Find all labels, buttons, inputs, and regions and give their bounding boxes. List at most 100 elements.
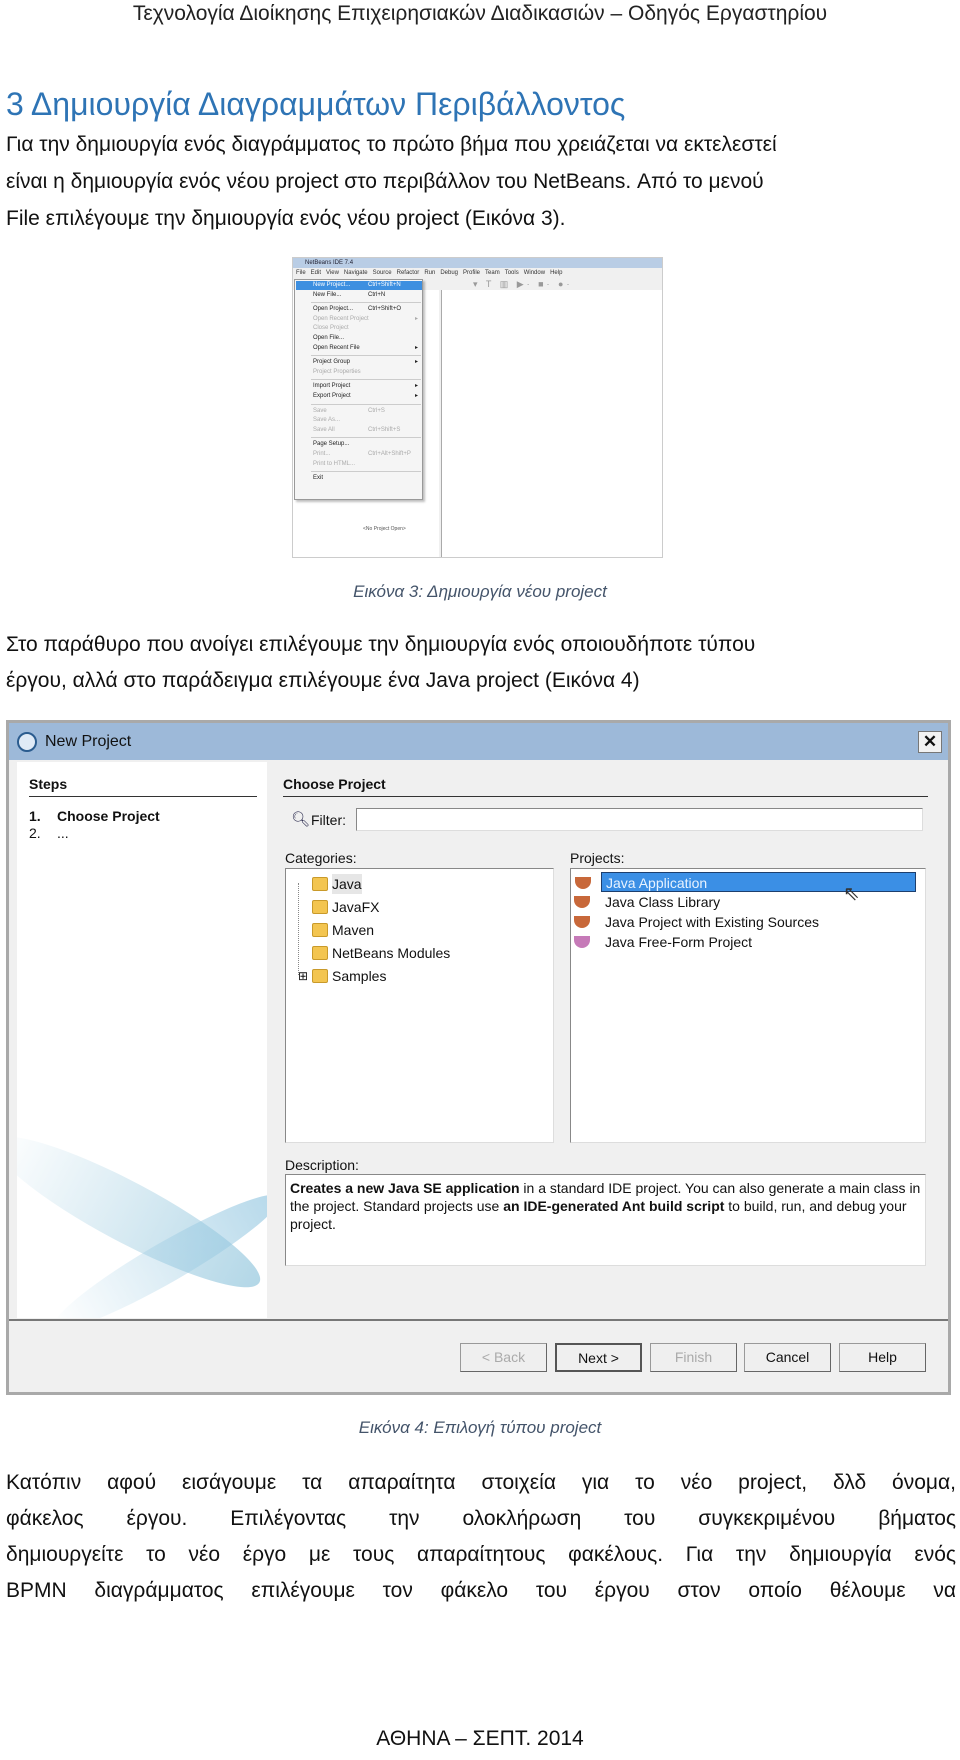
projects-label: Projects: <box>570 850 625 866</box>
menu-item[interactable]: Import Project ▸ <box>296 382 422 391</box>
menu-item-shortcut: Ctrl+Alt+Shift+P <box>368 451 411 457</box>
menu-item-label: Close Project <box>313 325 349 332</box>
paragraph-line: File επιλέγουμε την δημιουργία ενός νέου… <box>6 207 566 230</box>
menu-item-label: Save As... <box>313 417 341 424</box>
back-button[interactable]: < Back <box>460 1343 547 1372</box>
project-item[interactable]: Java Free-Form Project <box>574 932 756 952</box>
menu-item[interactable]: Open Project... Ctrl+Shift+O <box>296 305 422 314</box>
project-item[interactable]: Java Project with Existing Sources <box>574 912 823 932</box>
menu-item-label: Save All <box>313 426 335 433</box>
steps-title: Steps <box>29 776 68 792</box>
paragraph-line: Στο παράθυρο που ανοίγει επιλέγουμε την … <box>6 633 756 656</box>
category-item[interactable]: NetBeans Modules <box>312 943 450 963</box>
close-button[interactable]: ✕ <box>918 731 942 753</box>
menubar-item[interactable]: Source <box>373 269 392 278</box>
paragraph-line: δημιουργείτε το νέο έργο με τους απαραίτ… <box>6 1543 956 1566</box>
category-label: Java <box>332 876 362 892</box>
menubar-item[interactable]: Run <box>424 269 435 278</box>
submenu-arrow-icon: ▸ <box>414 383 418 390</box>
menubar-item[interactable]: View <box>326 269 339 278</box>
section-heading: 3 Δημιουργία Διαγραμμάτων Περιβάλλοντος <box>6 86 626 122</box>
menu-item[interactable]: Save All Ctrl+Shift+S <box>296 426 422 435</box>
step-label: Choose Project <box>57 808 160 824</box>
category-label: JavaFX <box>332 899 380 915</box>
menu-item[interactable]: Project Group ▸ <box>296 358 422 367</box>
paragraph-line: Κατόπιν αφού εισάγουμε τα απαραίτητα στο… <box>6 1471 956 1494</box>
menu-item[interactable]: Open File... <box>296 334 422 343</box>
menu-item-label: New Project... <box>313 282 351 288</box>
description-text: an IDE-generated Ant build script <box>503 1198 725 1214</box>
category-item[interactable]: Java <box>312 874 362 894</box>
category-label: Samples <box>332 968 387 984</box>
project-label: Java Project with Existing Sources <box>605 914 819 930</box>
menubar-item[interactable]: Window <box>524 269 545 278</box>
help-button[interactable]: Help <box>839 1343 926 1372</box>
menubar-item[interactable]: Debug <box>440 269 458 278</box>
menubar-item[interactable]: Help <box>550 269 562 278</box>
project-item[interactable]: Java Application <box>575 872 916 892</box>
projects-list[interactable]: Java Application Java Class Library Java P… <box>570 868 926 1143</box>
menu-item[interactable]: Print to HTML... <box>296 460 422 469</box>
menu-item[interactable]: Save As... <box>296 416 422 425</box>
menu-item-label: Project Group <box>313 359 351 366</box>
menu-item[interactable]: Print... Ctrl+Alt+Shift+P <box>296 450 422 459</box>
paragraph-line: είναι η δημιουργία ενός νέου project στο… <box>6 170 764 193</box>
menu-item-shortcut: Ctrl+N <box>368 291 386 298</box>
menubar-item[interactable]: Profile <box>463 269 480 278</box>
category-item[interactable]: JavaFX <box>312 897 380 917</box>
menu-item-label: Project Properties <box>313 368 361 375</box>
category-item[interactable]: Samples ⊞ <box>298 966 387 986</box>
menu-item-shortcut: Ctrl+Shift+O <box>368 306 402 313</box>
dialog-title: New Project <box>9 723 948 760</box>
file-menu: New Project... Ctrl+Shift+N New File... Ctr… <box>294 279 423 500</box>
menubar-item[interactable]: File <box>296 269 306 278</box>
menubar-item[interactable]: Team <box>485 269 500 278</box>
figure-caption: Εικόνα 3: Δημιουργία νέου project <box>353 582 607 601</box>
menu-item[interactable]: Export Project ▸ <box>296 392 422 401</box>
new-project-dialog: New Project ✕ Steps 1. Choose Project 2.… <box>6 720 951 1395</box>
description-label: Description: <box>285 1157 359 1173</box>
menu-item[interactable]: New Project... Ctrl+Shift+N <box>296 281 422 290</box>
menu-separator <box>311 437 421 439</box>
menu-item[interactable]: Save Ctrl+S <box>296 407 422 416</box>
menu-item-label: Open Recent File <box>313 344 360 351</box>
menubar-item[interactable]: Edit <box>311 269 321 278</box>
filter-input[interactable] <box>356 808 923 831</box>
expand-icon[interactable]: ⊞ <box>298 966 308 986</box>
description-box: Creates a new Java SE application in a s… <box>285 1174 926 1266</box>
paragraph-line: φάκελος έργου. Επιλέγοντας την ολοκλήρωσ… <box>6 1507 956 1530</box>
editor-area <box>441 290 662 557</box>
menu-item-label: Save <box>313 407 327 414</box>
paragraph-line: Για την δημιουργία ενός διαγράμματος το … <box>6 133 777 156</box>
menu-item[interactable]: Project Properties <box>296 368 422 377</box>
submenu-arrow-icon: ▸ <box>414 344 418 351</box>
menu-item[interactable]: Open Recent File ▸ <box>296 344 422 353</box>
menu-item[interactable]: Close Project <box>296 324 422 333</box>
steps-panel: Steps 1. Choose Project 2. ... <box>17 762 267 1318</box>
folder-icon <box>312 923 328 937</box>
categories-tree[interactable]: Java JavaFX Maven NetBeans Modules Samples ⊞ <box>285 868 554 1143</box>
menu-item[interactable]: Exit <box>296 474 422 483</box>
submenu-arrow-icon: ▸ <box>414 393 418 399</box>
menu-item-label: Exit <box>313 475 324 482</box>
menu-separator <box>311 379 421 381</box>
cancel-button[interactable]: Cancel <box>744 1343 831 1372</box>
menubar-item[interactable]: Refactor <box>397 269 420 278</box>
tree-guide-line <box>298 883 299 975</box>
menu-item[interactable]: Page Setup... <box>296 440 422 449</box>
category-item[interactable]: Maven <box>312 920 374 940</box>
finish-button[interactable]: Finish <box>650 1343 737 1372</box>
submenu-arrow-icon: ▸ <box>414 315 418 322</box>
menu-item[interactable]: Open Recent Project ▸ <box>296 315 422 324</box>
folder-icon <box>312 969 328 983</box>
mouse-cursor-icon: ⇖ <box>843 883 860 905</box>
project-item[interactable]: Java Class Library <box>574 892 724 912</box>
next-button[interactable]: Next > <box>555 1343 642 1372</box>
menubar-item[interactable]: Navigate <box>344 269 368 278</box>
toolbar-icons: ▾ T ▥ ▶· ■· ●· <box>473 279 573 289</box>
menubar-item[interactable]: Tools <box>505 269 519 278</box>
java-cup-icon <box>574 916 590 928</box>
menu-item[interactable]: New File... Ctrl+N <box>296 291 422 300</box>
step-number: 1. <box>29 808 41 824</box>
menubar: File Edit View Navigate Source Refactor Run Deb… <box>293 269 662 278</box>
